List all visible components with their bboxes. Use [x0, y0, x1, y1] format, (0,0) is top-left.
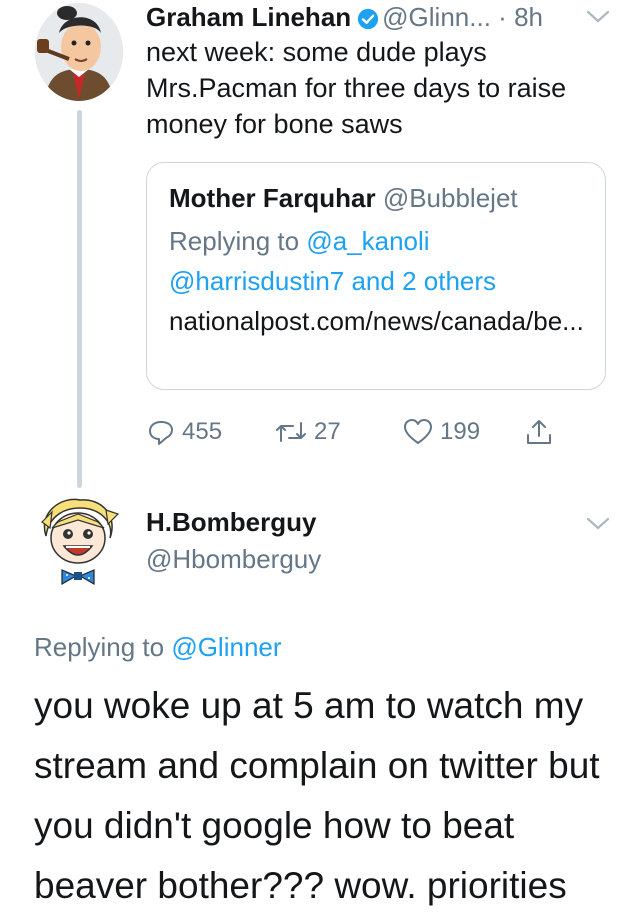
graham-avatar[interactable] [35, 3, 123, 101]
tweet2-author-name[interactable]: H.Bomberguy [146, 505, 316, 539]
tweet1-author-name[interactable]: Graham Linehan [146, 2, 351, 32]
retweet-button[interactable]: 27 [274, 412, 341, 452]
tweet1-text: next week: some dude plays Mrs.Pacman fo… [146, 37, 567, 139]
separator-dot: · [498, 2, 507, 32]
tweet2-author-handle[interactable]: @Hbomberguy [146, 542, 321, 576]
chevron-down-icon[interactable] [585, 8, 611, 31]
tweet1-timestamp[interactable]: 8h [514, 2, 543, 32]
tweet1-actions: 455 27 199 [146, 412, 606, 452]
tweet2-replying-prefix: Replying to [34, 632, 172, 662]
like-count: 199 [440, 418, 481, 445]
tweet1-author-handle[interactable]: @Glinn... [382, 2, 491, 32]
reply-button[interactable]: 455 [146, 412, 222, 452]
share-button[interactable] [524, 412, 554, 452]
tweet2-replying-to: Replying to @Glinner [34, 630, 282, 664]
like-icon [402, 417, 434, 447]
reply-icon [146, 417, 176, 447]
quote-author-name: Mother Farquhar [169, 183, 376, 213]
tweet2-text: you woke up at 5 am to watch my stream a… [34, 685, 600, 906]
retweet-count: 27 [314, 418, 341, 445]
quoted-tweet-card[interactable]: Mother Farquhar @Bubblejet Replying to @… [146, 162, 606, 390]
reply-count: 455 [182, 418, 223, 445]
retweet-icon [274, 417, 308, 447]
quote-header: Mother Farquhar @Bubblejet [169, 181, 518, 215]
quote-author-handle: @Bubblejet [382, 183, 518, 213]
hbomberguy-avatar[interactable] [28, 492, 128, 588]
tweet2-replying-to-link[interactable]: @Glinner [171, 632, 281, 662]
share-icon [524, 417, 554, 447]
quote-link-text[interactable]: nationalpost.com/news/canada/be... [169, 301, 589, 341]
tweet1-header: Graham Linehan @Glinn... · 8h [146, 0, 626, 38]
quote-replying-prefix: Replying to [169, 226, 307, 256]
quote-replying-to: Replying to @a_kanoli @harrisdustin7 and… [169, 221, 589, 301]
thread-line [77, 110, 82, 488]
verified-badge-icon [357, 4, 379, 38]
like-button[interactable]: 199 [402, 412, 480, 452]
chevron-down-icon[interactable] [585, 515, 611, 538]
